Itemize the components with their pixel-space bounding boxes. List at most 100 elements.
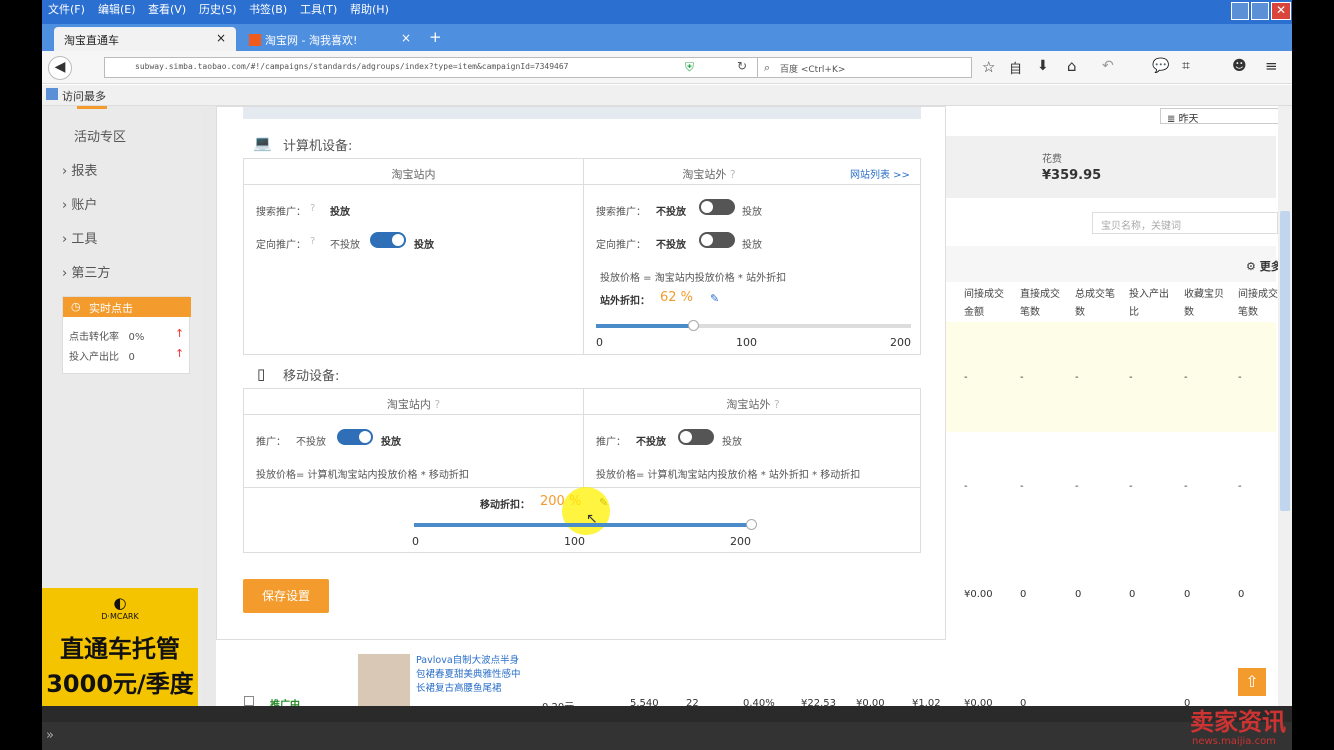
slider-thumb[interactable]: [687, 320, 699, 331]
shield-icon[interactable]: ⛨: [685, 60, 694, 75]
smile-icon[interactable]: ☻: [1232, 58, 1247, 74]
table-row: 推广中 Pavlova自制大波点半身包裙春夏甜美典雅性感中长裙复古高腰鱼尾裙 0…: [216, 640, 1278, 713]
bookmark-most-visited[interactable]: 访问最多: [62, 88, 106, 104]
deliver-text: 投放: [381, 437, 401, 448]
promo-label: 推广：: [596, 437, 626, 448]
pc-outside-search-toggle[interactable]: [699, 199, 735, 215]
bookmark-star-icon[interactable]: ☆: [982, 58, 995, 76]
mobile-outside-header: 淘宝站外 ?: [584, 396, 922, 412]
slider-tick: 0: [412, 535, 419, 548]
toolbar-strip: [946, 246, 1276, 282]
crop-icon[interactable]: ⌗: [1182, 58, 1190, 74]
column-header[interactable]: 总成交笔数: [1075, 286, 1121, 322]
help-icon[interactable]: ?: [310, 203, 315, 214]
download-icon[interactable]: ⬇: [1037, 58, 1049, 74]
toggle-knob: [701, 201, 713, 213]
chat-icon[interactable]: 💬: [1152, 58, 1169, 74]
folder-icon: [46, 88, 58, 100]
divider: [244, 184, 920, 185]
table-cell: -: [1238, 372, 1242, 383]
maximize-button[interactable]: [1251, 2, 1269, 20]
mobile-discount-slider[interactable]: [414, 519, 757, 530]
row-checkbox[interactable]: [244, 696, 254, 706]
sidebar-item-reports[interactable]: › 报表: [62, 160, 97, 179]
menu-file[interactable]: 文件(F): [48, 1, 85, 17]
search-input[interactable]: 百度 <Ctrl+K>: [757, 57, 972, 78]
reader-icon[interactable]: 自: [1009, 58, 1022, 77]
back-to-top-icon[interactable]: ⇧: [1238, 668, 1266, 696]
ad-banner[interactable]: ◐ D·MCARK 直通车托管 3000元/季度: [42, 588, 198, 712]
slider-tick: 200: [890, 336, 911, 349]
pc-outside-target-toggle[interactable]: [699, 232, 735, 248]
menu-view[interactable]: 查看(V): [148, 1, 186, 17]
close-tab-icon[interactable]: ×: [216, 31, 226, 45]
pc-outside-label: 淘宝站外: [682, 168, 727, 181]
close-tab-icon[interactable]: ×: [401, 31, 411, 45]
sidebar-item-activity[interactable]: 活动专区: [74, 126, 126, 145]
column-header[interactable]: 投入产出比: [1129, 286, 1175, 322]
outside-discount-value[interactable]: 62 %: [660, 290, 693, 305]
reload-icon[interactable]: ↻: [737, 59, 747, 73]
tab-taobao[interactable]: 淘宝网 - 淘我喜欢! ×: [239, 27, 421, 51]
target-promo-label: 定向推广：: [256, 240, 306, 251]
new-tab-icon[interactable]: +: [429, 28, 442, 46]
expand-icon[interactable]: »: [46, 728, 54, 743]
mobile-discount-label: 移动折扣：: [480, 500, 530, 511]
tab-label: 淘宝网 - 淘我喜欢!: [265, 34, 358, 47]
save-settings-button[interactable]: 保存设置: [243, 579, 329, 613]
column-header[interactable]: 直接成交笔数: [1020, 286, 1066, 322]
sidebar-item-thirdparty[interactable]: › 第三方: [62, 262, 110, 281]
sidebar-item-tools[interactable]: › 工具: [62, 228, 97, 247]
mobile-icon: ▯: [257, 365, 266, 383]
help-icon[interactable]: ?: [774, 398, 780, 411]
menu-help[interactable]: 帮助(H): [350, 1, 389, 17]
hamburger-menu-icon[interactable]: ≡: [1265, 57, 1278, 75]
help-icon[interactable]: ?: [434, 398, 440, 411]
column-header[interactable]: 收藏宝贝数: [1184, 286, 1230, 322]
product-thumbnail[interactable]: [358, 654, 410, 706]
mobile-outside-label: 淘宝站外: [726, 398, 771, 411]
product-search-input[interactable]: 宝贝名称，关键词: [1092, 212, 1278, 234]
scrollbar-thumb[interactable]: [1280, 211, 1290, 511]
minimize-button[interactable]: [1231, 2, 1249, 20]
column-header[interactable]: 间接成交金额: [964, 286, 1012, 322]
more-button[interactable]: ⚙ 更多: [1246, 258, 1282, 274]
outside-discount-slider[interactable]: [596, 320, 911, 331]
vertical-scrollbar[interactable]: [1278, 106, 1292, 706]
menu-history[interactable]: 历史(S): [199, 1, 237, 17]
realtime-label: 点击转化率: [69, 332, 119, 343]
mobile-outside-toggle[interactable]: [678, 429, 714, 445]
divider: [244, 414, 920, 415]
help-icon[interactable]: ?: [730, 168, 736, 181]
date-range-select[interactable]: ≣ 昨天: [1160, 108, 1280, 125]
edit-pencil-icon[interactable]: ✎: [710, 292, 719, 305]
realtime-header[interactable]: ◷ 实时点击: [63, 297, 191, 317]
table-cell: -: [1075, 481, 1079, 492]
back-icon[interactable]: ◀: [48, 56, 72, 80]
close-window-button[interactable]: ✕: [1271, 2, 1291, 20]
deliver-text: 投放: [330, 207, 350, 218]
mobile-inside-toggle[interactable]: [337, 429, 373, 445]
date-range-label: 昨天: [1178, 114, 1199, 125]
menu-tools[interactable]: 工具(T): [300, 1, 337, 17]
url-input[interactable]: subway.simba.taobao.com/#!/campaigns/sta…: [104, 57, 774, 78]
product-title-link[interactable]: Pavlova自制大波点半身包裙春夏甜美典雅性感中长裙复古高腰鱼尾裙: [416, 654, 528, 696]
help-icon[interactable]: ?: [310, 236, 315, 247]
mobile-section-title: 移动设备:: [283, 369, 340, 384]
menu-edit[interactable]: 编辑(E): [98, 1, 136, 17]
up-arrow-icon: ↑: [175, 347, 185, 360]
pc-target-toggle[interactable]: [370, 232, 406, 248]
pc-section-title: 计算机设备:: [283, 139, 353, 154]
site-list-link[interactable]: 网站列表 >>: [850, 166, 910, 181]
table-cell: 0: [1129, 589, 1136, 600]
tab-active[interactable]: 淘宝直通车 ×: [54, 27, 236, 51]
menu-bookmarks[interactable]: 书签(B): [249, 1, 287, 17]
watermark-logo: 卖家资讯: [1190, 708, 1286, 736]
home-icon[interactable]: ⌂: [1067, 57, 1077, 75]
deliver-text: 投放: [742, 240, 762, 251]
sidebar-item-account[interactable]: › 账户: [62, 194, 97, 213]
toggle-knob: [680, 431, 692, 443]
slider-thumb[interactable]: [746, 519, 757, 530]
undo-icon[interactable]: ↶: [1102, 58, 1114, 74]
pc-outside-header: 淘宝站外 ?: [584, 166, 834, 182]
